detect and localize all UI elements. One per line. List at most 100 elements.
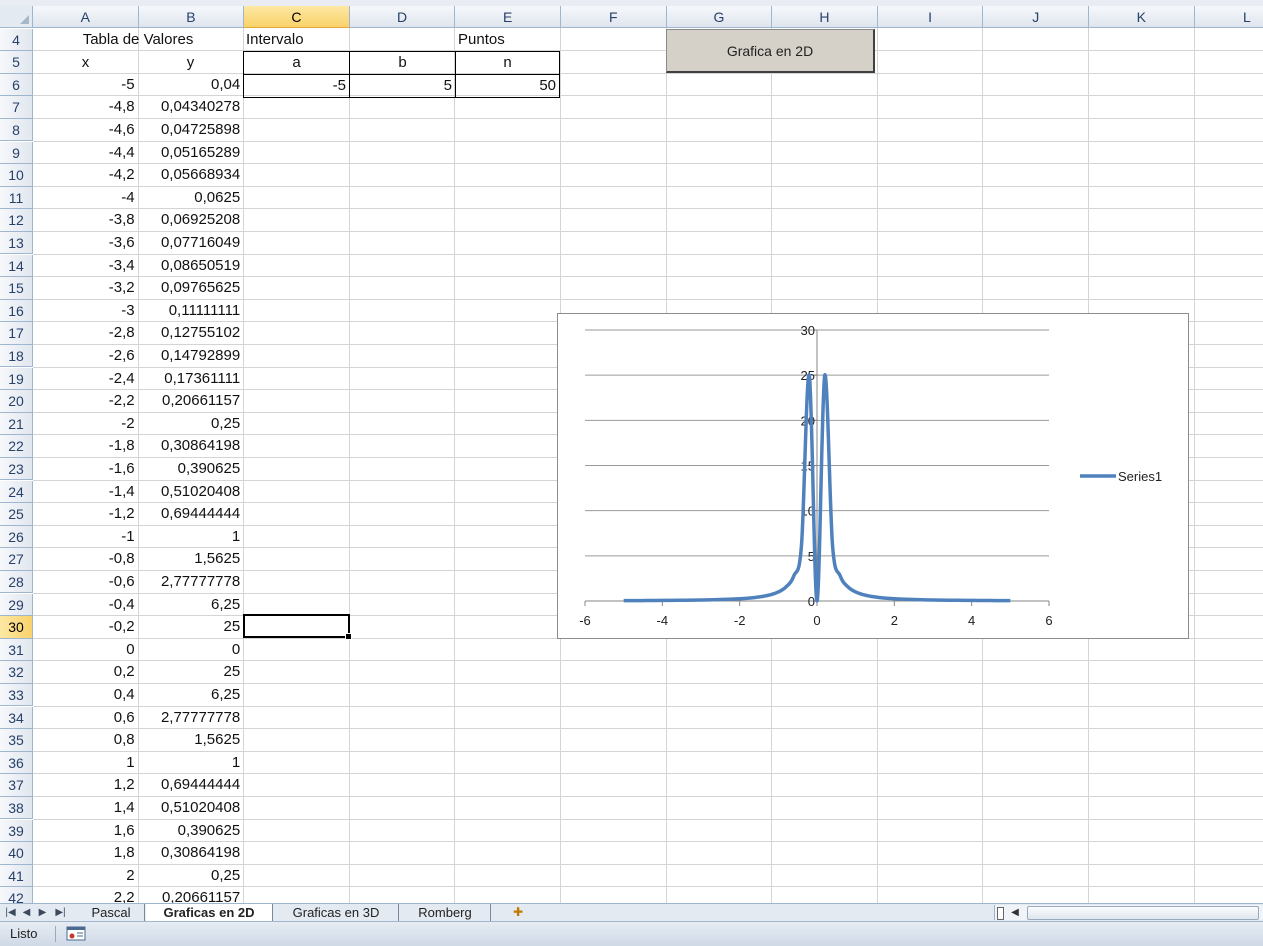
select-all-button[interactable] [0, 6, 33, 28]
x-value-cell[interactable]: -4,4 [33, 142, 138, 164]
points-label[interactable]: Puntos [455, 29, 559, 51]
y-value-cell[interactable]: 0,51020408 [139, 797, 244, 819]
x-value-cell[interactable]: -3,2 [33, 277, 138, 299]
y-value-cell[interactable]: 0,0625 [139, 187, 244, 209]
y-value-cell[interactable]: 6,25 [139, 684, 244, 706]
x-value-cell[interactable]: 1,8 [33, 842, 138, 864]
row-header-31[interactable]: 31 [0, 638, 33, 662]
y-value-cell[interactable]: 0,07716049 [139, 232, 244, 254]
x-value-cell[interactable]: 1,6 [33, 820, 138, 842]
x-value-cell[interactable]: -1,8 [33, 435, 138, 457]
y-value-cell[interactable]: 25 [139, 661, 244, 683]
x-value-cell[interactable]: 0,8 [33, 729, 138, 751]
x-value-cell[interactable]: -2 [33, 413, 138, 435]
x-value-cell[interactable]: 1,2 [33, 774, 138, 796]
x-value-cell[interactable]: -0,6 [33, 571, 138, 593]
x-value-cell[interactable]: -2,6 [33, 345, 138, 367]
row-header-13[interactable]: 13 [0, 231, 33, 255]
row-header-5[interactable]: 5 [0, 51, 33, 74]
x-value-cell[interactable]: -4,8 [33, 96, 138, 118]
x-value-cell[interactable]: 0,4 [33, 684, 138, 706]
row-header-38[interactable]: 38 [0, 796, 33, 820]
column-header-i[interactable]: I [877, 6, 984, 28]
y-value-cell[interactable]: 1,5625 [139, 548, 244, 570]
y-value-cell[interactable]: 0,08650519 [139, 255, 244, 277]
tab-romberg[interactable]: Romberg [400, 904, 491, 921]
x-value-cell[interactable]: -0,2 [33, 616, 138, 638]
x-value-cell[interactable]: -0,8 [33, 548, 138, 570]
row-header-41[interactable]: 41 [0, 864, 33, 888]
row-header-12[interactable]: 12 [0, 209, 33, 232]
x-value-cell[interactable]: 0,2 [33, 661, 138, 683]
last-sheet-icon[interactable]: ▶| [54, 905, 67, 921]
row-header-21[interactable]: 21 [0, 412, 33, 436]
horizontal-scrollbar[interactable]: ◀ [994, 905, 1263, 920]
x-value-cell[interactable]: -1,4 [33, 481, 138, 503]
x-value-cell[interactable]: -2,8 [33, 322, 138, 344]
tab-pascal[interactable]: Pascal [78, 904, 145, 921]
column-header-d[interactable]: D [349, 6, 456, 28]
column-header-h[interactable]: H [772, 6, 878, 28]
y-value-cell[interactable]: 0,25 [139, 413, 244, 435]
x-value-cell[interactable]: -4 [33, 187, 138, 209]
row-header-14[interactable]: 14 [0, 254, 33, 278]
tab-graficas-3d[interactable]: Graficas en 3D [274, 904, 399, 921]
scroll-thumb[interactable] [1027, 906, 1259, 920]
column-header-f[interactable]: F [561, 6, 667, 28]
column-header-k[interactable]: K [1089, 6, 1195, 28]
row-header-16[interactable]: 16 [0, 299, 33, 323]
row-header-33[interactable]: 33 [0, 683, 33, 707]
row-header-23[interactable]: 23 [0, 457, 33, 481]
row-header-26[interactable]: 26 [0, 525, 33, 549]
x-value-cell[interactable]: -4,2 [33, 164, 138, 186]
x-value-cell[interactable]: 0 [33, 639, 138, 661]
next-sheet-icon[interactable]: ▶ [36, 905, 49, 921]
table-title[interactable]: Tabla de Valores [33, 29, 243, 51]
y-value-cell[interactable]: 0,17361111 [139, 368, 244, 390]
x-value-cell[interactable]: -1,2 [33, 503, 138, 525]
a-value-cell[interactable]: -5 [243, 74, 350, 98]
n-label-cell[interactable]: n [455, 51, 560, 75]
row-header-4[interactable]: 4 [0, 28, 33, 52]
row-header-32[interactable]: 32 [0, 661, 33, 684]
y-value-cell[interactable]: 0,04725898 [139, 119, 244, 141]
row-header-7[interactable]: 7 [0, 96, 33, 119]
y-value-cell[interactable]: 0,14792899 [139, 345, 244, 367]
y-value-cell[interactable]: 1 [139, 752, 244, 774]
y-value-cell[interactable]: 0,30864198 [139, 435, 244, 457]
row-header-15[interactable]: 15 [0, 277, 33, 300]
row-header-25[interactable]: 25 [0, 503, 33, 526]
x-value-cell[interactable]: -4,6 [33, 119, 138, 141]
y-value-cell[interactable]: 6,25 [139, 594, 244, 616]
x-value-cell[interactable]: -3,4 [33, 255, 138, 277]
y-value-cell[interactable]: 0,06925208 [139, 209, 244, 231]
x-value-cell[interactable]: -2,4 [33, 368, 138, 390]
y-value-cell[interactable]: 0,25 [139, 865, 244, 887]
y-value-cell[interactable]: 0,69444444 [139, 503, 244, 525]
grafica-2d-button[interactable]: Grafica en 2D [666, 29, 875, 73]
row-header-20[interactable]: 20 [0, 390, 33, 413]
x-value-cell[interactable]: -1 [33, 526, 138, 548]
line-chart[interactable]: 0 5 10 15 20 25 30 -6 -4 -2 0 2 4 6 Series1 [557, 313, 1189, 639]
y-value-cell[interactable]: 0,20661157 [139, 390, 244, 412]
row-header-17[interactable]: 17 [0, 322, 33, 345]
row-header-18[interactable]: 18 [0, 344, 33, 368]
scroll-left-icon[interactable]: ◀ [1009, 905, 1021, 920]
a-label-cell[interactable]: a [243, 51, 350, 75]
row-header-30[interactable]: 30 [0, 616, 33, 639]
row-header-19[interactable]: 19 [0, 367, 33, 391]
y-value-cell[interactable]: 0,04340278 [139, 96, 244, 118]
y-value-cell[interactable]: 0,390625 [139, 820, 244, 842]
x-value-cell[interactable]: -3,8 [33, 209, 138, 231]
y-value-cell[interactable]: 2,77777778 [139, 707, 244, 729]
row-header-39[interactable]: 39 [0, 819, 33, 843]
column-header-l[interactable]: L [1194, 6, 1263, 28]
x-value-cell[interactable]: 2 [33, 865, 138, 887]
column-header-b[interactable]: B [138, 6, 245, 28]
row-header-40[interactable]: 40 [0, 842, 33, 865]
y-value-cell[interactable]: 0,12755102 [139, 322, 244, 344]
n-value-cell[interactable]: 50 [455, 74, 560, 98]
row-header-37[interactable]: 37 [0, 774, 33, 797]
y-value-cell[interactable]: 0,30864198 [139, 842, 244, 864]
insert-sheet-icon[interactable]: ✚ [500, 904, 536, 921]
